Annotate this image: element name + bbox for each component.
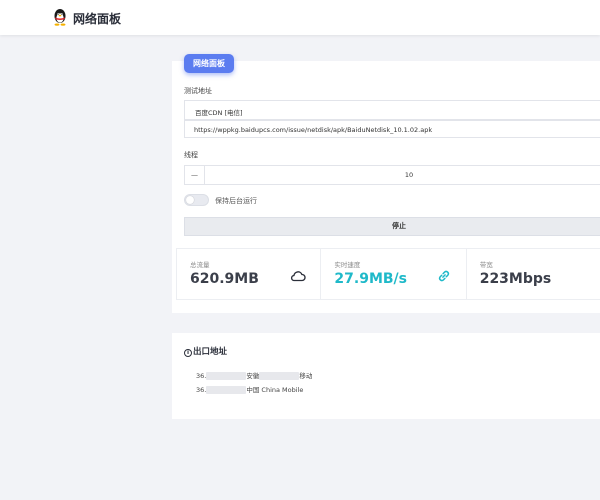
redacted-mask [206,372,247,380]
card-badge: 网络面板 [184,54,234,73]
threads-stepper: — 10 [184,165,600,185]
test-address-label: 测试地址 [184,87,212,95]
stop-button[interactable]: 停止 [184,217,600,236]
exit-address-row: 36. 中国 China Mobile [196,384,303,394]
threads-label: 线程 [184,151,198,159]
stats-row: 总流量 620.9MB 实时速度 27.9MB/s 带宽 223Mbps [176,248,600,300]
top-bar: 网络面板 [0,0,600,35]
link-icon [438,270,449,282]
stat-bandwidth: 带宽 223Mbps [466,248,600,300]
ip-isp: 移动 [299,372,313,380]
stat-value: 27.9MB/s [334,271,407,287]
exit-address-card: i 出口地址 36. 安徽 移动 36. 中国 China Mobile [172,333,600,419]
stat-realtime-speed: 实时速度 27.9MB/s [321,248,467,300]
ip-location: 中国 China Mobile [246,386,304,394]
exit-address-row: 36. 安徽 移动 [196,370,312,380]
threads-input[interactable]: 10 [205,166,600,184]
stat-label: 总流量 [190,261,210,269]
stat-label: 带宽 [479,261,493,269]
network-panel-card: 网络面板 测试地址 百度CDN [电信] https://wppkg.baidu… [172,54,600,313]
stat-value: 620.9MB [190,271,259,287]
stat-total-traffic: 总流量 620.9MB [176,248,322,300]
redacted-mask [206,386,247,394]
stat-value: 223Mbps [479,271,552,287]
ip-prefix: 36. [196,372,207,380]
qq-penguin-icon [54,9,66,26]
stat-label: 实时速度 [334,261,361,269]
ip-location: 安徽 [246,372,260,380]
redacted-mask [259,372,300,380]
exit-address-title: i 出口地址 [184,345,227,357]
cloud-icon [291,271,307,282]
ip-prefix: 36. [196,386,207,394]
info-icon: i [184,349,192,357]
toggle-knob [186,196,194,204]
background-run-toggle[interactable] [184,194,209,206]
decrement-button[interactable]: — [185,166,205,184]
url-input[interactable]: https://wppkg.baidupcs.com/issue/netdisk… [184,120,600,138]
background-run-label: 保持后台运行 [215,197,257,205]
cdn-select[interactable]: 百度CDN [电信] [184,100,600,120]
exit-address-title-text: 出口地址 [193,347,228,357]
app-title: 网络面板 [73,12,122,26]
